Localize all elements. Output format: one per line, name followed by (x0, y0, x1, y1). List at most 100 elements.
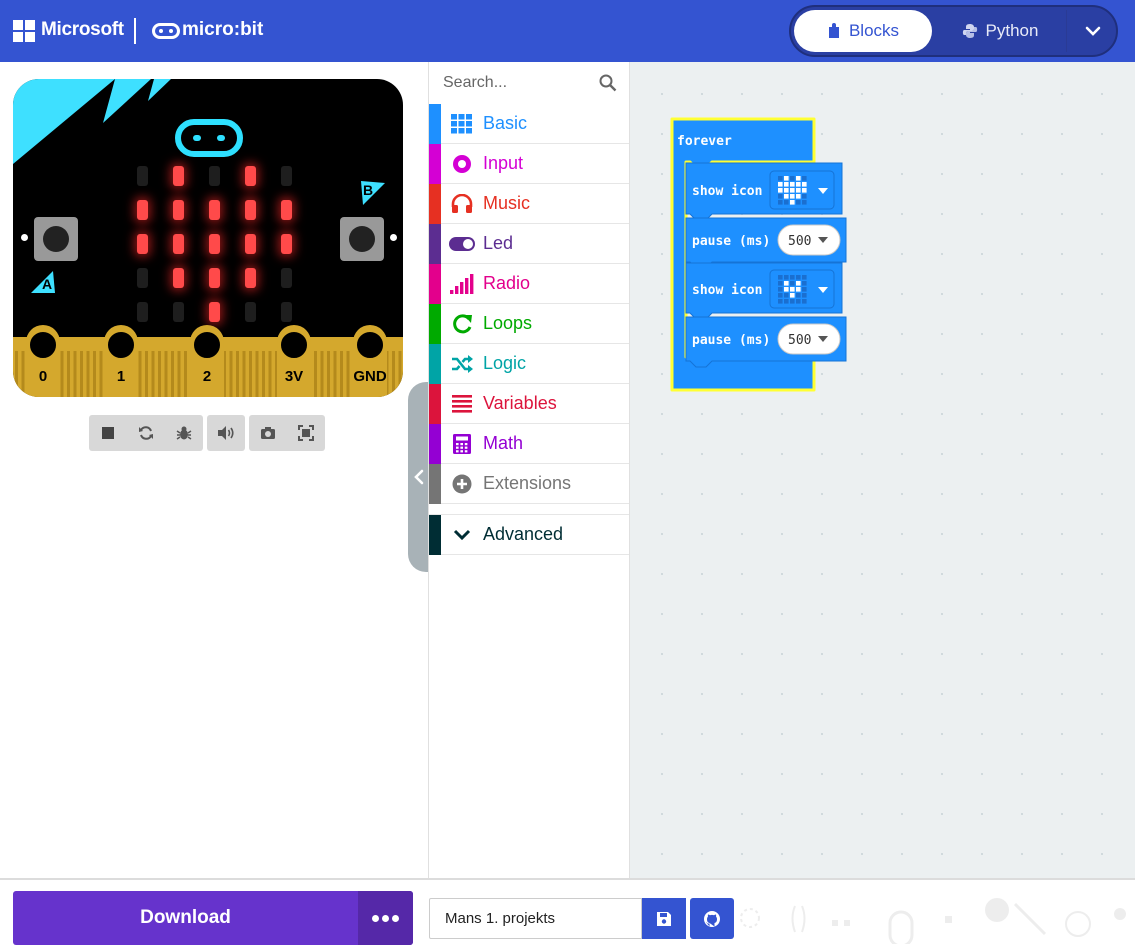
pause-label-2: pause (ms) (692, 333, 770, 348)
category-loops[interactable]: Loops (429, 303, 629, 344)
screenshot-button[interactable] (249, 415, 287, 451)
icon-pixel (796, 281, 801, 286)
icon-pixel (790, 200, 795, 205)
led-0-1 (173, 166, 184, 186)
save-button[interactable] (642, 898, 686, 939)
category-color-bar (429, 183, 441, 224)
pause-value-1: 500 (788, 234, 811, 249)
category-radio[interactable]: Radio (429, 263, 629, 304)
download-options-button[interactable] (358, 891, 413, 945)
touch-logo[interactable] (175, 119, 243, 157)
sim-sound-group (207, 415, 245, 451)
category-extensions[interactable]: Extensions (429, 463, 629, 504)
refresh-icon (139, 426, 153, 440)
button-b-label: B (363, 182, 374, 198)
calculator-icon (441, 433, 483, 454)
led-4-1 (173, 302, 184, 322)
icon-pixel (802, 287, 807, 292)
collapse-simulator-button[interactable] (408, 382, 430, 572)
pin-3V[interactable] (277, 328, 311, 362)
headphones-icon (441, 193, 483, 214)
led-4-4 (281, 302, 292, 322)
led-1-1 (173, 200, 184, 220)
led-1-0 (137, 200, 148, 220)
led-0-0 (137, 166, 148, 186)
bug-icon (176, 426, 192, 440)
blocks-mode-label: Blocks (848, 21, 900, 40)
category-label: Advanced (483, 524, 564, 544)
pin-label-0: 0 (38, 368, 48, 385)
icon-pixel (778, 275, 783, 280)
footer-decoration (740, 898, 1126, 944)
led-2-2 (209, 234, 220, 254)
restart-button[interactable] (127, 415, 165, 451)
button-b[interactable] (340, 217, 384, 261)
toolbox-search (429, 62, 629, 104)
icon-pixel (784, 293, 789, 298)
category-advanced[interactable]: Advanced (429, 514, 629, 555)
grid-icon (441, 113, 483, 134)
pin-1[interactable] (104, 328, 138, 362)
button-a[interactable] (34, 217, 78, 261)
category-label: Music (483, 193, 531, 213)
fullscreen-icon (298, 425, 314, 441)
icon-pixel (796, 287, 801, 292)
icon-pixel (784, 182, 789, 187)
category-color-bar (429, 303, 441, 344)
icon-pixel (796, 293, 801, 298)
pin-GND[interactable] (353, 328, 387, 362)
category-music[interactable]: Music (429, 183, 629, 224)
footer-bar: Download (0, 878, 1135, 945)
category-input[interactable]: Input (429, 143, 629, 184)
icon-pixel (790, 176, 795, 181)
category-logic[interactable]: Logic (429, 343, 629, 384)
ellipsis-dot (392, 914, 399, 922)
search-input[interactable] (443, 72, 593, 94)
search-icon[interactable] (599, 74, 617, 92)
category-label: Extensions (483, 473, 572, 493)
blocks-workspace[interactable]: forever show icon pause (ms) 500 show ic… (630, 62, 1135, 878)
category-led[interactable]: Led (429, 223, 629, 264)
icon-pixel (796, 200, 801, 205)
microbit-board: A B 0 1 2 3V GND (13, 79, 403, 397)
led-2-3 (245, 234, 256, 254)
icon-pixel (778, 293, 783, 298)
debug-button[interactable] (165, 415, 203, 451)
category-math[interactable]: Math (429, 423, 629, 464)
led-2-1 (173, 234, 184, 254)
icon-pixel (796, 188, 801, 193)
mute-button[interactable] (207, 415, 245, 451)
download-button[interactable]: Download (13, 891, 358, 945)
project-name-input[interactable] (429, 898, 642, 939)
category-basic[interactable]: Basic (429, 103, 629, 144)
pin-2[interactable] (190, 328, 224, 362)
pin-0[interactable] (26, 328, 60, 362)
pin-label-3V: 3V (284, 368, 304, 385)
small-heart-icon-preview (778, 275, 807, 304)
toggle-icon (441, 236, 483, 251)
fullscreen-button[interactable] (287, 415, 325, 451)
category-color-bar (429, 343, 441, 384)
button-b-dot (390, 234, 397, 241)
category-variables[interactable]: Variables (429, 383, 629, 424)
led-3-4 (281, 268, 292, 288)
icon-pixel (778, 200, 783, 205)
more-options-button[interactable] (1071, 10, 1115, 52)
list-lines-icon (441, 394, 483, 413)
show-icon-label-1: show icon (692, 184, 762, 199)
blocks-mode-button[interactable]: Blocks (794, 10, 932, 52)
category-color-bar (429, 223, 441, 264)
category-label: Led (483, 233, 514, 253)
python-logo-icon (962, 24, 977, 38)
category-color-bar (429, 463, 441, 504)
microbit-brand[interactable]: micro:bit (182, 19, 263, 41)
python-mode-button[interactable]: Python (937, 10, 1063, 52)
chevron-down-icon (441, 529, 483, 541)
stop-button[interactable] (89, 415, 127, 451)
led-3-2 (209, 268, 220, 288)
category-color-bar (429, 514, 441, 555)
icon-pixel (778, 287, 783, 292)
github-button[interactable] (690, 898, 734, 939)
ellipsis-dot (372, 914, 379, 922)
led-4-3 (245, 302, 256, 322)
